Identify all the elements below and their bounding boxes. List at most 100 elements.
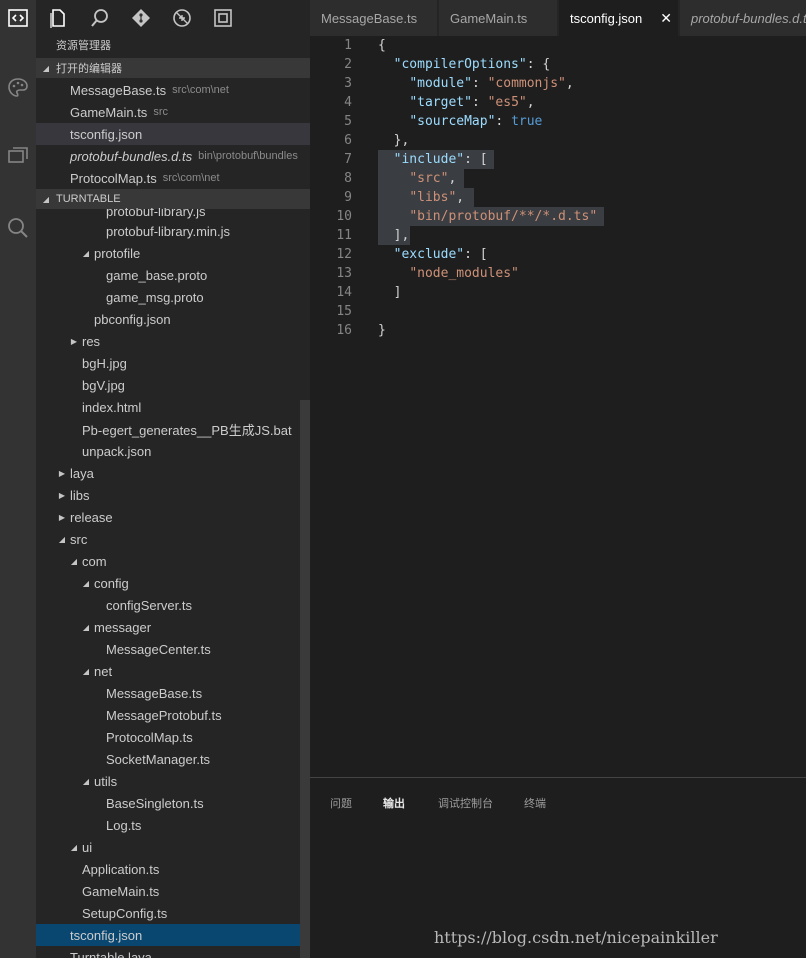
tree-file[interactable]: BaseSingleton.ts [36, 792, 310, 814]
project-header[interactable]: ◢ TURNTABLE [36, 189, 310, 209]
tree-file[interactable]: bgV.jpg [36, 374, 310, 396]
tree-file[interactable]: Turntable.laya [36, 946, 310, 958]
open-editors-header[interactable]: ◢ 打开的编辑器 [36, 58, 310, 78]
open-editor-item-active[interactable]: tsconfig.json [36, 123, 310, 145]
tab-messagebase[interactable]: MessageBase.ts [310, 0, 438, 36]
extensions-icon[interactable] [202, 0, 243, 36]
open-editor-item[interactable]: protobuf-bundles.d.ts bin\protobuf\bundl… [36, 145, 310, 167]
tree-file[interactable]: pbconfig.json [36, 308, 310, 330]
search-icon[interactable] [79, 0, 120, 36]
tab-protobuf-bundles[interactable]: protobuf-bundles.d.ts [680, 0, 806, 36]
open-editor-name: MessageBase.ts [70, 82, 167, 98]
tree-file[interactable]: MessageBase.ts [36, 682, 310, 704]
expanded-icon: ◢ [70, 556, 78, 566]
panel-tab-output[interactable]: 输出 [383, 796, 405, 812]
tree-file[interactable]: protobuf-library.min.js [36, 220, 310, 242]
tree-label: MessageBase.ts [106, 685, 203, 701]
panel-tab-problems[interactable]: 问题 [330, 796, 352, 812]
explorer-icon[interactable] [0, 0, 36, 36]
panel-tab-debug-console[interactable]: 调试控制台 [438, 796, 493, 812]
code-token: "target" [409, 95, 472, 110]
tab-tsconfig[interactable]: tsconfig.json ✕ [559, 0, 679, 36]
code-line: "bin/protobuf/**/*.d.ts" [378, 207, 597, 226]
tree-label: com [82, 553, 107, 569]
tree-label: ui [82, 839, 93, 855]
tree-folder[interactable]: ▶ res [36, 330, 310, 352]
tree-file[interactable]: ProtocolMap.ts [36, 726, 310, 748]
line-number: 2 [344, 57, 352, 72]
tree-label: protofile [94, 245, 141, 261]
code-editor[interactable]: 1 2 3 4 5 6 7 8 9 10 11 12 13 14 15 16 {… [310, 36, 806, 776]
tree-file[interactable]: Pb-egert_generates__PB生成JS.bat [36, 418, 310, 440]
tab-gamemain[interactable]: GameMain.ts [439, 0, 558, 36]
code-line: }, [378, 131, 410, 150]
open-editor-path: src\com\net [162, 172, 220, 184]
tree-file[interactable]: MessageProtobuf.ts [36, 704, 310, 726]
tree-label: Log.ts [106, 817, 142, 833]
tree-folder[interactable]: ◢ com [36, 550, 310, 572]
sidebar-scrollbar[interactable] [300, 400, 310, 958]
open-editor-name: ProtocolMap.ts [70, 170, 157, 186]
open-editor-name: GameMain.ts [70, 104, 148, 120]
expanded-icon: ◢ [82, 622, 90, 632]
new-file-icon[interactable] [36, 0, 79, 36]
tree-label: laya [70, 465, 94, 481]
tree-label: bgH.jpg [82, 355, 127, 371]
tree-file[interactable]: bgH.jpg [36, 352, 310, 374]
remote-icon[interactable] [0, 140, 36, 176]
search-icon[interactable] [0, 210, 36, 246]
tree-file[interactable]: SetupConfig.ts [36, 902, 310, 924]
debug-icon[interactable] [161, 0, 202, 36]
tree-file-selected[interactable]: tsconfig.json [36, 924, 310, 946]
tree-folder[interactable]: ◢ ui [36, 836, 310, 858]
tree-label: Turntable.laya [70, 949, 152, 958]
code-token: "bin/protobuf/**/*.d.ts" [409, 209, 598, 224]
tree-label: ProtocolMap.ts [106, 729, 193, 745]
tree-file[interactable]: MessageCenter.ts [36, 638, 310, 660]
tree-folder[interactable]: ◢ src [36, 528, 310, 550]
tree-label: BaseSingleton.ts [106, 795, 204, 811]
tree-file[interactable]: configServer.ts [36, 594, 310, 616]
extensions-icon[interactable] [0, 70, 36, 106]
tree-folder[interactable]: ◢ messager [36, 616, 310, 638]
line-number: 14 [336, 285, 352, 300]
code-line: "module": "commonjs", [409, 76, 574, 91]
tree-folder[interactable]: ▶ release [36, 506, 310, 528]
open-editor-path: src\com\net [172, 84, 229, 96]
tree-label: MessageProtobuf.ts [106, 707, 222, 723]
tab-label: protobuf-bundles.d.ts [691, 10, 806, 26]
tree-file[interactable]: game_msg.proto [36, 286, 310, 308]
line-number: 1 [344, 38, 352, 53]
watermark: https://blog.csdn.net/nicepainkiller [434, 928, 718, 947]
tree-folder[interactable]: ◢ net [36, 660, 310, 682]
tree-label: net [94, 663, 113, 679]
close-icon[interactable]: ✕ [660, 10, 672, 27]
open-editor-item[interactable]: ProtocolMap.ts src\com\net [36, 167, 310, 189]
git-icon[interactable] [120, 0, 161, 36]
tree-folder[interactable]: ▶ libs [36, 484, 310, 506]
code-line: ] [378, 283, 402, 302]
tree-file[interactable]: GameMain.ts [36, 880, 310, 902]
tree-file[interactable]: index.html [36, 396, 310, 418]
tree-file[interactable]: Log.ts [36, 814, 310, 836]
tree-file[interactable]: unpack.json [36, 440, 310, 462]
line-number: 16 [336, 323, 352, 338]
panel-tab-terminal[interactable]: 终端 [524, 796, 546, 812]
tree-folder[interactable]: ◢ protofile [36, 242, 310, 264]
open-editor-path: bin\protobuf\bundles [198, 150, 298, 162]
tree-file[interactable]: game_base.proto [36, 264, 310, 286]
open-editors-header-label: 打开的编辑器 [56, 63, 122, 75]
tree-folder[interactable]: ◢ config [36, 572, 310, 594]
tree-file[interactable]: SocketManager.ts [36, 748, 310, 770]
tree-label: res [82, 333, 101, 349]
open-editor-item[interactable]: MessageBase.ts src\com\net [36, 79, 310, 101]
tree-folder[interactable]: ▶ laya [36, 462, 310, 484]
tree-folder[interactable]: ◢ utils [36, 770, 310, 792]
open-editor-item[interactable]: GameMain.ts src [36, 101, 310, 123]
line-number: 9 [344, 190, 352, 205]
tree-file[interactable]: Application.ts [36, 858, 310, 880]
code-token: "libs" [409, 190, 457, 205]
tree-label: libs [70, 487, 90, 503]
collapsed-icon: ▶ [58, 490, 66, 500]
code-token: "include" [393, 152, 465, 167]
